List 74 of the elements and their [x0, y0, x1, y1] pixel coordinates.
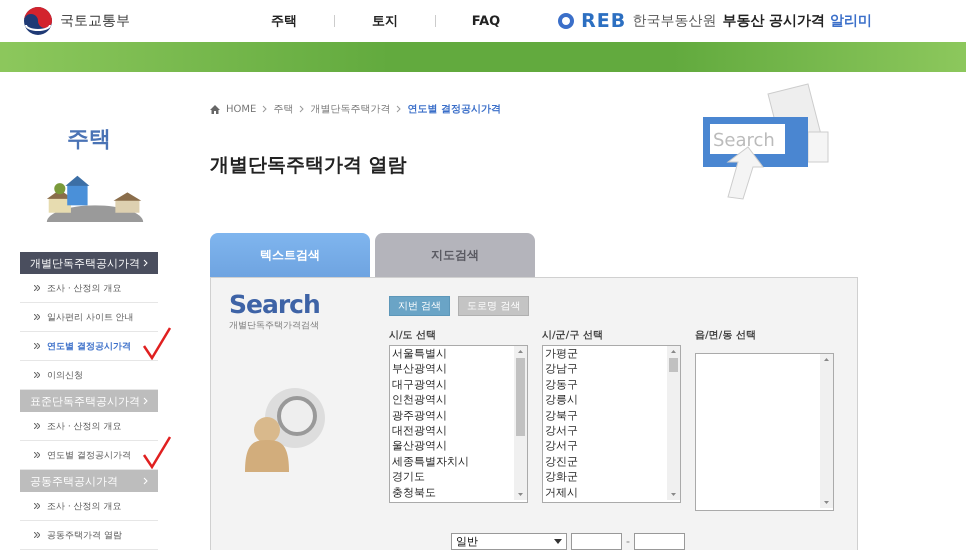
sidebar-title: 주택 — [66, 126, 112, 154]
select-list[interactable]: 서울특별시 부산광역시 대구광역시 인천광역시 광주광역시 대전광역시 울산광역시 세종특별자치시 경기도 충청북도 — [389, 345, 528, 503]
list-option[interactable]: 서울특별시 — [390, 346, 514, 362]
nav-link[interactable]: 주택 — [234, 12, 334, 30]
list-option[interactable]: 강동구 — [543, 376, 667, 392]
sidebar-section-header[interactable]: 개별단독주택공시가격 — [20, 252, 158, 274]
select-list[interactable] — [695, 353, 834, 511]
type-select[interactable]: 일반 — [451, 533, 567, 550]
list-option[interactable]: 광주광역시 — [390, 408, 514, 424]
chevron-icon — [34, 423, 40, 429]
scrollbar-icon — [667, 346, 680, 500]
list-option[interactable]: 강북구 — [543, 408, 667, 424]
list-option[interactable]: 울산광역시 — [390, 438, 514, 454]
search-illustration-drawing: Search — [618, 82, 858, 202]
dash: - — [626, 535, 630, 548]
organization-name: 한국부동산원 — [632, 12, 716, 30]
list-option[interactable]: 강서구 — [543, 423, 667, 438]
brand-logo-icon — [557, 12, 576, 30]
list-label: 읍/면/동 선택 — [695, 329, 757, 342]
page-title: 개별단독주택가격 열람 — [210, 153, 408, 178]
nav-link[interactable]: FAQ — [436, 14, 536, 28]
list-option[interactable]: 경기도 — [390, 469, 514, 485]
breadcrumb-link[interactable]: 개별단독주택가격 — [310, 102, 390, 116]
sidebar-item[interactable]: 조사 · 산정의 개요 — [20, 274, 158, 303]
service-name: 부동산 공시가격 알리미 — [722, 12, 872, 30]
chevron-icon — [396, 105, 402, 113]
chevron-icon — [143, 477, 148, 485]
chevron-icon — [34, 343, 40, 349]
nav-link[interactable]: 토지 — [335, 12, 435, 30]
scrollbar-icon — [514, 346, 527, 500]
sidebar-item[interactable]: 조사 · 산정의 개요 — [20, 412, 158, 441]
search-logo-title: Search — [229, 290, 321, 319]
list-option[interactable]: 가평군 — [543, 346, 667, 362]
select-list[interactable]: 가평군 강남구 강동구 강릉시 강북구 강서구 강서구 강진군 강화군 거제시 — [542, 345, 681, 503]
list-option[interactable]: 대구광역시 — [390, 376, 514, 392]
emblem-icon — [24, 7, 52, 35]
brand-mark: REB — [581, 10, 626, 32]
breadcrumb-link[interactable]: 주택 — [273, 102, 294, 116]
list-option[interactable]: 강릉시 — [543, 392, 667, 408]
sidebar-item[interactable]: 연도별 결정공시가격 — [20, 332, 158, 361]
chevron-icon — [34, 503, 40, 509]
sidebar-item[interactable]: 공동주택가격 열람 — [20, 521, 158, 550]
list-option[interactable]: 충청북도 — [390, 484, 514, 500]
chevron-icon — [299, 105, 304, 113]
search-logo-subtitle: 개별단독주택가격검색 — [229, 320, 320, 332]
chevron-icon — [34, 372, 40, 378]
list-option[interactable]: 세종특별자치시 — [390, 454, 514, 470]
list-label: 시/도 선택 — [389, 329, 438, 342]
chevron-icon — [34, 285, 40, 291]
input-field[interactable] — [571, 533, 622, 550]
breadcrumb-link[interactable]: HOME — [226, 104, 256, 114]
ministry-name: 국토교통부 — [60, 12, 130, 30]
list-option[interactable]: 강서구 — [543, 438, 667, 454]
chevron-icon — [34, 532, 40, 538]
list-label: 시/군/구 선택 — [542, 329, 604, 342]
list-option[interactable]: 거제시 — [543, 484, 667, 500]
list-option[interactable]: 인천광역시 — [390, 392, 514, 408]
list-option[interactable]: 강남구 — [543, 361, 667, 377]
chevron-icon — [34, 452, 40, 458]
list-option[interactable]: 대전광역시 — [390, 423, 514, 438]
chevron-icon — [143, 397, 148, 405]
sidebar-item[interactable]: 일사편리 사이트 안내 — [20, 303, 158, 332]
chevron-icon — [262, 105, 268, 113]
chevron-icon — [34, 314, 40, 320]
caret-icon — [554, 539, 562, 544]
list-option[interactable]: 부산광역시 — [390, 361, 514, 377]
chevron-icon — [143, 259, 148, 267]
home-icon — [210, 104, 220, 114]
list-option[interactable]: 강진군 — [543, 454, 667, 470]
scrollbar-icon — [820, 354, 833, 508]
sidebar-item[interactable]: 조사 · 산정의 개요 — [20, 492, 158, 521]
list-option[interactable]: 강화군 — [543, 469, 667, 485]
breadcrumb-link[interactable]: 연도별 결정공시가격 — [407, 102, 501, 116]
input-field[interactable] — [634, 533, 685, 550]
